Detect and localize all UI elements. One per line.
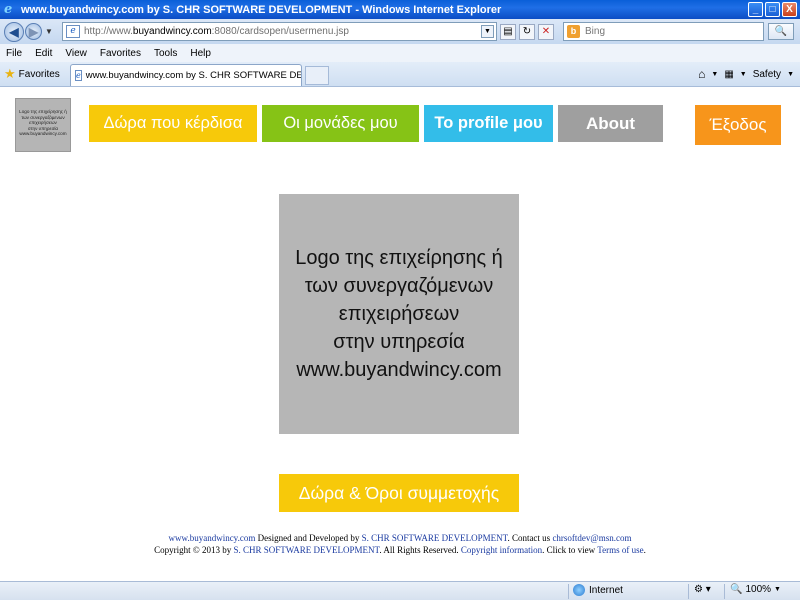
maximize-button[interactable]: □ [765,2,780,17]
logo-line: www.buyandwincy.com [296,359,502,381]
home-dropdown-icon[interactable]: ▼ [711,71,718,78]
refresh-icon[interactable]: ↻ [519,24,535,40]
menu-bar: File Edit View Favorites Tools Help [0,44,800,62]
window-title-bar: e www.buyandwincy.com by S. CHR SOFTWARE… [0,0,800,19]
business-logo-placeholder: Logo της επιχείρησης ή των συνεργαζόμενω… [279,194,519,434]
small-logo-line: Logo της επιχείρησης ή [19,109,67,114]
security-zone[interactable]: Internet [573,584,623,596]
zoom-icon: 🔍 [730,584,743,595]
command-bar: ⌂ ▼ ▦ ▼ Safety ▼ [698,67,794,81]
page-footer: www.buyandwincy.com Designed and Develop… [0,532,800,556]
menu-help[interactable]: Help [190,48,211,59]
logo-line: επιχειρήσεων [338,303,460,325]
web-page: Logo της επιχείρησης ή των συνεργαζόμενω… [0,87,800,581]
company-link[interactable]: S. CHR SOFTWARE DEVELOPMENT [362,533,508,543]
zoom-level: 100% [745,584,772,595]
tab-page-icon: e [75,70,82,81]
small-logo-placeholder: Logo της επιχείρησης ή των συνεργαζόμενω… [15,98,71,152]
close-button[interactable]: X [782,2,797,17]
status-divider [724,584,725,599]
footer-text: Copyright © 2013 by [154,545,234,555]
exit-button[interactable]: Έξοδος [695,105,781,145]
footer-text: Designed and Developed by [255,533,362,543]
favorites-label: Favorites [18,68,60,80]
logo-line: Logo της επιχείρησης ή [295,247,503,269]
address-url[interactable]: http://www.buyandwincy.com:8080/cardsope… [84,26,349,37]
tab-title: www.buyandwincy.com by S. CHR SOFTWARE D… [85,70,302,81]
favorites-button[interactable]: ★ Favorites [4,66,60,82]
new-tab-button[interactable] [305,66,329,85]
zone-label: Internet [589,584,623,596]
company-link-2[interactable]: S. CHR SOFTWARE DEVELOPMENT [234,545,380,555]
menu-favorites[interactable]: Favorites [100,48,141,59]
gifts-and-terms-button[interactable]: Δώρα & Όροι συμμετοχής [279,474,519,512]
address-toolbar: ◀ ▶ ▼ e http://www.buyandwincy.com:8080/… [0,19,800,44]
favorites-star-icon: ★ [4,66,16,81]
footer-text: . Contact us [507,533,553,543]
menu-file[interactable]: File [6,48,22,59]
search-input[interactable] [585,26,735,37]
back-button[interactable]: ◀ [4,21,24,42]
feeds-dropdown-icon[interactable]: ▼ [740,71,747,78]
logo-line: στην υπηρεσία [333,331,465,353]
window-controls: _ □ X [748,2,797,17]
safety-menu[interactable]: Safety [753,69,781,80]
status-divider [568,584,569,599]
favorites-bar: ★ Favorites e www.buyandwincy.com by S. … [0,62,800,87]
minimize-button[interactable]: _ [748,2,763,17]
protected-mode-icon[interactable]: ⚙ ▾ [694,584,711,595]
email-link[interactable]: chrsoftdev@msn.com [552,533,631,543]
internet-explorer-icon: e [4,2,13,17]
zoom-control[interactable]: 🔍 100% ▼ [730,584,781,595]
footer-text: . [643,545,646,555]
zoom-dropdown-icon[interactable]: ▼ [774,586,781,593]
compatibility-view-icon[interactable]: ▤ [500,24,516,40]
footer-text: . All Rights Reserved. [379,545,461,555]
stop-icon[interactable]: ✕ [538,24,554,40]
business-logo-text: Logo της επιχείρησης ή των συνεργαζόμενω… [295,244,503,384]
logo-line: των συνεργαζόμενων [304,275,494,297]
site-link[interactable]: www.buyandwincy.com [169,533,256,543]
address-bar[interactable]: e http://www.buyandwincy.com:8080/cardso… [62,22,497,41]
terms-of-use-link[interactable]: Terms of use [597,545,643,555]
gifts-won-button[interactable]: Δώρα που κέρδισα [89,105,257,142]
footer-credits: www.buyandwincy.com Designed and Develop… [0,532,800,544]
copyright-info-link[interactable]: Copyright information [461,545,542,555]
footer-text: . Click to view [542,545,598,555]
status-divider [688,584,689,599]
small-logo-line: www.buyandwincy.com [19,131,67,136]
status-bar: Internet ⚙ ▾ 🔍 100% ▼ [0,581,800,600]
browser-tab[interactable]: e www.buyandwincy.com by S. CHR SOFTWARE… [70,64,302,86]
page-icon: e [66,25,80,38]
bing-icon: b [567,25,580,38]
menu-tools[interactable]: Tools [154,48,177,59]
safety-dropdown-icon[interactable]: ▼ [787,71,794,78]
globe-icon [573,584,585,596]
search-box[interactable]: b [563,22,764,41]
my-profile-button[interactable]: Το profile μου [424,105,553,142]
home-icon[interactable]: ⌂ [698,67,705,81]
footer-copyright: Copyright © 2013 by S. CHR SOFTWARE DEVE… [0,544,800,556]
history-dropdown-icon[interactable]: ▼ [44,27,54,36]
rss-feeds-icon[interactable]: ▦ [724,69,733,80]
menu-edit[interactable]: Edit [35,48,52,59]
window-title: www.buyandwincy.com by S. CHR SOFTWARE D… [21,3,502,16]
menu-view[interactable]: View [65,48,87,59]
forward-button[interactable]: ▶ [25,23,42,40]
address-dropdown-icon[interactable]: ▼ [481,25,494,38]
my-points-button[interactable]: Οι μονάδες μου [262,105,419,142]
about-button[interactable]: About [558,105,663,142]
search-button[interactable]: 🔍 [768,23,794,40]
